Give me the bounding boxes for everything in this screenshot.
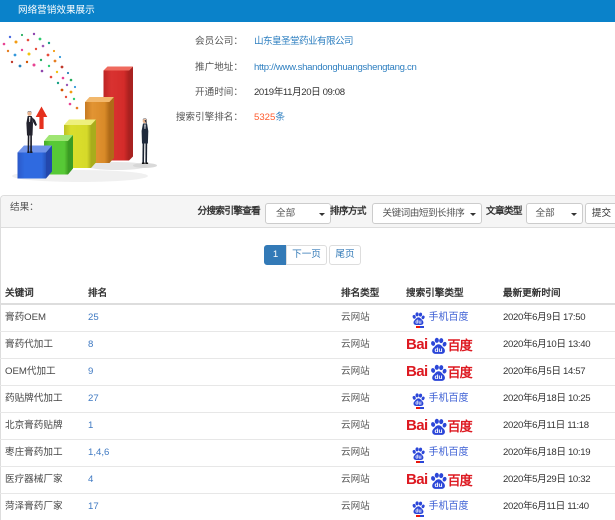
- svg-text:du: du: [434, 428, 442, 435]
- svg-text:du: du: [434, 347, 442, 354]
- svg-text:du: du: [415, 509, 421, 515]
- svg-text:du: du: [415, 320, 421, 326]
- svg-text:du: du: [434, 482, 442, 489]
- svg-text:du: du: [434, 374, 442, 381]
- svg-text:du: du: [415, 455, 421, 461]
- svg-text:du: du: [415, 401, 421, 407]
